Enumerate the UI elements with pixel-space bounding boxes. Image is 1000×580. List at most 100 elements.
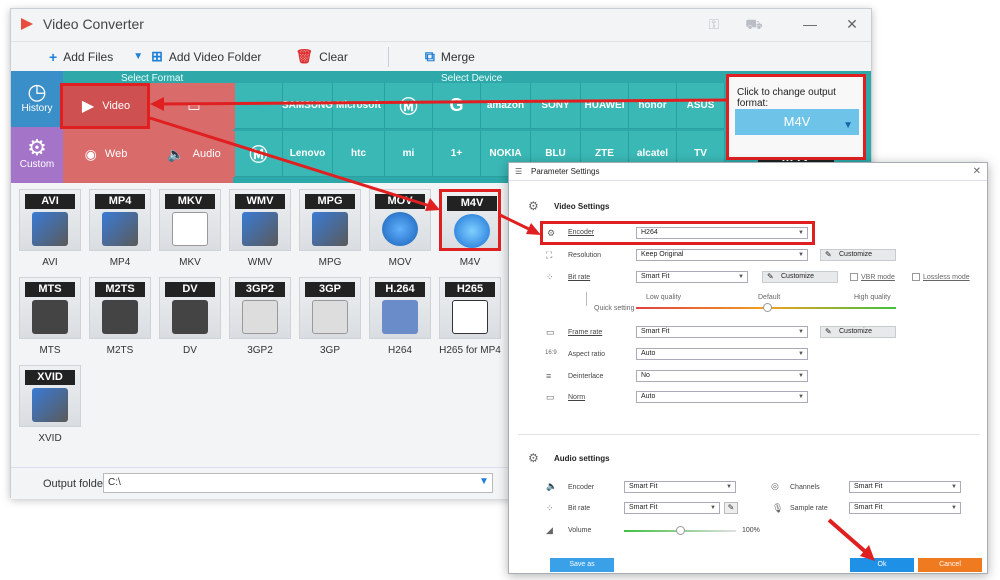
format-3gp2[interactable]: 3GP2 3GP2 [229, 277, 291, 356]
audio-encoder-select[interactable]: Smart Fit ▼ [624, 481, 736, 493]
save-as-button[interactable]: Save as [550, 558, 614, 572]
device-google[interactable]: G [433, 83, 481, 129]
gear-icon: ⚙ [27, 135, 47, 160]
device-sony[interactable]: SONY [531, 83, 581, 129]
format-3gp[interactable]: 3GP 3GP [299, 277, 361, 356]
tab-web[interactable]: ◉ Web [63, 131, 149, 177]
format-mkv[interactable]: MKV MKV [159, 189, 221, 268]
ok-button[interactable]: Ok [850, 558, 914, 572]
format-m2ts[interactable]: M2TS M2TS [89, 277, 151, 356]
lossless-mode-checkbox[interactable]: Lossless mode [912, 273, 970, 281]
aspect-ratio-select[interactable]: Auto ▼ [636, 348, 808, 360]
add-files-button[interactable]: + Add Files [49, 49, 113, 65]
chevron-down-icon: ▼ [710, 505, 716, 511]
frame-rate-customize-button[interactable]: ✎ Customize [820, 326, 896, 338]
cancel-label: Cancel [939, 561, 961, 568]
key-icon[interactable]: ⚿ [705, 16, 723, 33]
chevron-down-icon: ▼ [951, 505, 957, 511]
device-huawei[interactable]: HUAWEI [581, 83, 629, 129]
camcorder-icon [172, 300, 208, 334]
device-htc[interactable]: htc [333, 131, 385, 177]
device-amazon[interactable]: amazon [481, 83, 531, 129]
format-mpg[interactable]: MPG MPG [299, 189, 361, 268]
minimize-icon[interactable]: — [801, 16, 819, 32]
device-apple[interactable] [235, 83, 283, 129]
encoder-icon [382, 300, 418, 334]
vbr-mode-checkbox[interactable]: VBR mode [850, 273, 895, 281]
format-dv[interactable]: DV DV [159, 277, 221, 356]
folder-dropdown-icon[interactable]: ▼ [479, 476, 489, 487]
tab-tv[interactable]: ▭ [151, 83, 237, 129]
close-icon[interactable]: ✕ [843, 16, 861, 33]
default-label: Default [758, 294, 781, 301]
speaker-icon: 🔈 [167, 145, 185, 162]
norm-select[interactable]: Auto ▼ [636, 391, 808, 403]
google-icon: G [449, 95, 464, 115]
deinterlace-select[interactable]: No ▼ [636, 370, 808, 382]
resolution-value: Keep Original [641, 251, 684, 258]
format-m4v[interactable]: M4V M4V [439, 189, 501, 268]
bitrate-customize-button[interactable]: ✎ Customize [762, 271, 838, 283]
sample-rate-select[interactable]: Smart Fit ▼ [849, 502, 961, 514]
format-name: DV [183, 345, 197, 356]
format-mp4[interactable]: MP4 MP4 [89, 189, 151, 268]
pencil-icon[interactable]: ✎ [724, 502, 738, 514]
audio-settings-heading: Audio settings [554, 454, 610, 463]
device-honor[interactable]: honor [629, 83, 677, 129]
format-mov[interactable]: MOV MOV [369, 189, 431, 268]
format-card: MOV [369, 189, 431, 251]
cancel-button[interactable]: Cancel [918, 558, 982, 572]
device-motorola[interactable]: Ⓜ [385, 83, 433, 129]
format-avi[interactable]: AVI AVI [19, 189, 81, 268]
tab-audio[interactable]: 🔈 Audio [151, 131, 237, 177]
output-format-select[interactable]: M4V ▼ [735, 109, 859, 135]
add-files-dropdown-icon[interactable]: ▼ [133, 51, 143, 62]
device-motorola-2[interactable]: Ⓜ [235, 131, 283, 177]
format-h264[interactable]: H.264 H264 [369, 277, 431, 356]
device-mi[interactable]: mi [385, 131, 433, 177]
device-microsoft[interactable]: Microsoft [333, 83, 385, 129]
add-files-label: Add Files [63, 49, 114, 64]
save-as-label: Save as [569, 561, 595, 568]
device-sony-label: SONY [541, 100, 570, 111]
encoder-select[interactable]: H264 ▼ [636, 227, 808, 239]
frame-rate-select[interactable]: Smart Fit ▼ [636, 326, 808, 338]
custom-button[interactable]: ⚙ Custom [11, 127, 63, 183]
format-xvid[interactable]: XVID XVID [19, 365, 81, 444]
format-h265[interactable]: H265 H265 for MP4 [439, 277, 501, 356]
merge-button[interactable]: ⧉ Merge [425, 48, 475, 65]
device-samsung[interactable]: SAMSUNG [282, 83, 333, 129]
history-button[interactable]: ◷ History [11, 71, 63, 127]
format-name: MOV [388, 257, 412, 268]
add-video-folder-button[interactable]: ⊞ Add Video Folder [151, 48, 261, 65]
dialog-title: Parameter Settings [531, 167, 600, 176]
format-tag: M4V [447, 196, 497, 211]
channels-select[interactable]: Smart Fit ▼ [849, 481, 961, 493]
camcorder-icon [102, 300, 138, 334]
device-lenovo[interactable]: Lenovo [283, 131, 333, 177]
bitrate-select[interactable]: Smart Fit ▼ [636, 271, 748, 283]
format-tag: AVI [25, 194, 75, 209]
format-name: XVID [38, 433, 62, 444]
output-folder-input[interactable]: C:\ [103, 473, 493, 493]
cart-icon[interactable]: ⛟ [745, 16, 763, 35]
audio-bitrate-select[interactable]: Smart Fit ▼ [624, 502, 720, 514]
format-wmv[interactable]: WMV WMV [229, 189, 291, 268]
device-asus[interactable]: ASUS [677, 83, 725, 129]
resolution-customize-button[interactable]: ✎ Customize [820, 249, 896, 261]
device-oneplus[interactable]: 1+ [433, 131, 481, 177]
tab-web-label: Web [104, 148, 128, 160]
low-quality-label: Low quality [646, 294, 682, 301]
resolution-select[interactable]: Keep Original ▼ [636, 249, 808, 261]
format-tag: MTS [25, 282, 75, 297]
ok-label: Ok [877, 561, 887, 568]
clear-button[interactable]: 🗑 Clear [295, 48, 347, 65]
chevron-down-icon: ▼ [726, 484, 732, 490]
dialog-close-icon[interactable]: ✕ [973, 163, 981, 181]
format-name: MKV [179, 257, 201, 268]
format-name: AVI [42, 257, 58, 268]
quality-slider-thumb[interactable] [763, 303, 772, 312]
format-mts[interactable]: MTS MTS [19, 277, 81, 356]
frame-rate-icon: ▭ [546, 327, 555, 337]
volume-slider-thumb[interactable] [676, 526, 685, 535]
